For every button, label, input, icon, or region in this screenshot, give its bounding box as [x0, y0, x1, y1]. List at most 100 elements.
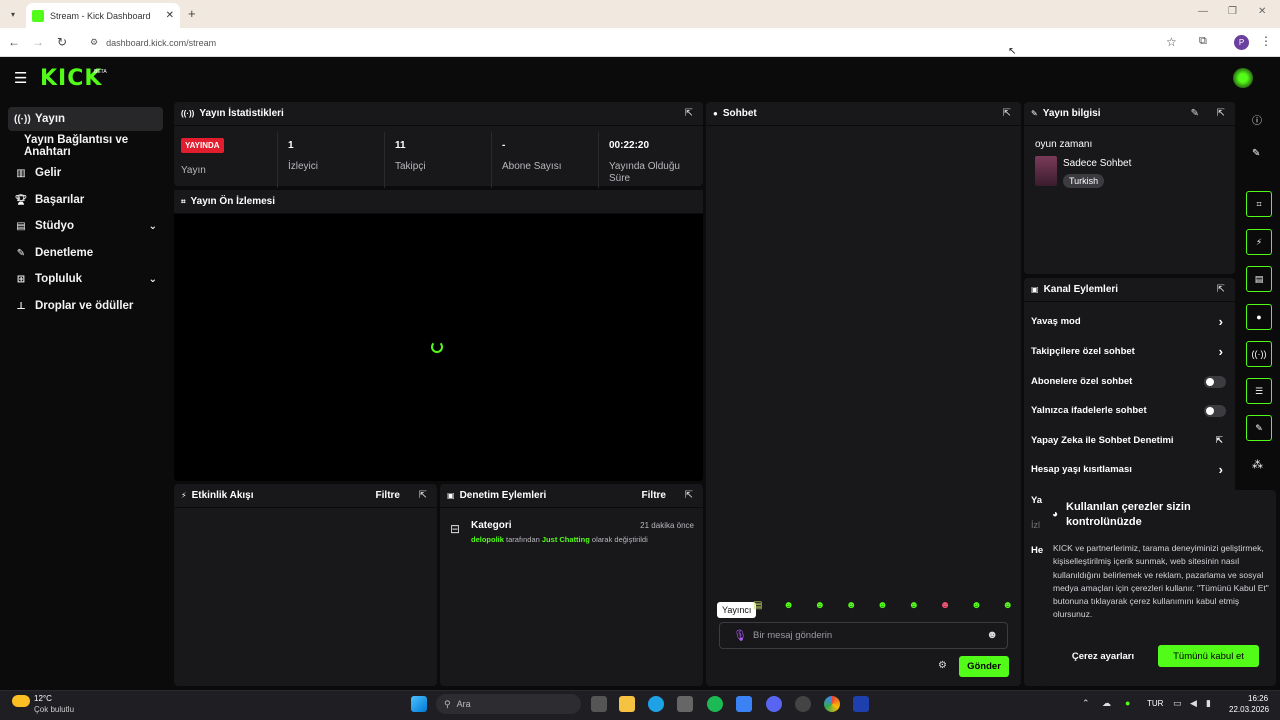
- maximize-icon[interactable]: ❐: [1228, 6, 1237, 17]
- emote-icon[interactable]: ☻: [908, 600, 919, 614]
- broadcast-icon: ((·)): [1251, 349, 1267, 359]
- network-icon[interactable]: ▭: [1173, 698, 1182, 709]
- site-info-icon[interactable]: ⚙: [90, 37, 98, 48]
- close-tab-icon[interactable]: ✕: [166, 10, 174, 21]
- clock-time[interactable]: 16:26: [1248, 694, 1268, 703]
- sidebar-item-yayin[interactable]: ((·)) Yayın: [8, 107, 163, 131]
- action-slow-mode[interactable]: Yavaş mod ›: [1024, 314, 1235, 334]
- cookie-icon: ◕: [1052, 509, 1059, 520]
- browser-menu-icon[interactable]: ⋮: [1260, 34, 1272, 48]
- subscribers-only-toggle[interactable]: [1204, 376, 1226, 388]
- popout-icon[interactable]: ⇱: [1217, 284, 1225, 295]
- sidebar-item-basarilar[interactable]: 🏆︎ Başarılar: [8, 188, 163, 212]
- app-icon[interactable]: [795, 696, 811, 712]
- weather-temp[interactable]: 12°C: [34, 694, 52, 703]
- rail-preview-button[interactable]: ⌗: [1246, 191, 1272, 217]
- browser-tabbar: ▾ Stream - Kick Dashboard ✕ + — ❐ ✕: [0, 0, 1280, 28]
- emote-icon[interactable]: ☻: [877, 600, 888, 614]
- emote-icon[interactable]: ▤: [753, 600, 762, 614]
- info-icon[interactable]: ⓘ: [1252, 112, 1262, 127]
- emoji-icon[interactable]: ☻: [986, 629, 998, 641]
- popout-icon[interactable]: ⇱: [1217, 108, 1225, 119]
- tray-app-icon[interactable]: ☁: [1102, 698, 1111, 709]
- sidebar-item-topluluk[interactable]: ⊞ Topluluk ⌄: [8, 267, 163, 291]
- new-tab-icon[interactable]: +: [188, 6, 196, 21]
- tray-chevron-icon[interactable]: ⌃: [1082, 698, 1090, 709]
- preview-icon: ⌗: [181, 196, 186, 206]
- app-icon[interactable]: [853, 696, 869, 712]
- file-explorer-icon[interactable]: [619, 696, 635, 712]
- cookie-settings-button[interactable]: Çerez ayarları: [1053, 645, 1153, 667]
- emote-icon[interactable]: ☻: [1002, 600, 1013, 614]
- entry-user[interactable]: delopolik: [471, 535, 504, 544]
- task-view-icon[interactable]: [591, 696, 607, 712]
- volume-icon[interactable]: ◀︎: [1190, 698, 1197, 709]
- reload-icon[interactable]: ↻: [57, 35, 67, 49]
- emotes-only-toggle[interactable]: [1204, 405, 1226, 417]
- rail-chat-button[interactable]: ●: [1246, 304, 1272, 330]
- language-indicator[interactable]: TUR: [1147, 699, 1163, 708]
- chart-icon: ▥: [16, 167, 26, 179]
- more-icon[interactable]: ⁂: [1252, 458, 1263, 471]
- stream-preview-panel: ⌗ Yayın Ön İzlemesi: [174, 190, 703, 481]
- popout-icon[interactable]: ⇱: [419, 490, 427, 501]
- category-thumbnail[interactable]: [1035, 156, 1057, 186]
- sidebar-item-denetleme[interactable]: ✎ Denetleme: [8, 241, 163, 265]
- action-followers-only[interactable]: Takipçilere özel sohbet ›: [1024, 344, 1235, 364]
- rail-actions-button[interactable]: ✎: [1246, 415, 1272, 441]
- chat-input[interactable]: 🎙︎ Bir mesaj gönderin ☻: [719, 622, 1008, 649]
- rail-info-button[interactable]: ☰: [1246, 378, 1272, 404]
- edit-icon[interactable]: ✎: [1252, 148, 1260, 159]
- cookie-body: KICK ve partnerlerimiz, tarama deneyimin…: [1053, 543, 1269, 620]
- emote-icon[interactable]: ☻: [783, 600, 794, 614]
- popout-icon[interactable]: ⇱: [685, 108, 693, 119]
- action-ai-moderation[interactable]: Yapay Zeka ile Sohbet Denetimi ⇱: [1024, 435, 1235, 453]
- sidebar-item-studyo[interactable]: ▤ Stüdyo ⌄: [8, 214, 163, 238]
- hamburger-menu-icon[interactable]: ☰: [14, 69, 27, 87]
- stream-info-header: ✎ Yayın bilgisi: [1024, 102, 1235, 126]
- chrome-icon[interactable]: [824, 696, 840, 712]
- store-icon[interactable]: [677, 696, 693, 712]
- sidebar-item-stream-key[interactable]: Yayın Bağlantısı ve Anahtarı: [8, 134, 170, 158]
- rail-activity-button[interactable]: ⚡︎: [1246, 229, 1272, 255]
- accept-all-cookies-button[interactable]: Tümünü kabul et: [1158, 645, 1259, 667]
- sidebar-item-gelir[interactable]: ▥ Gelir: [8, 161, 163, 185]
- action-account-age[interactable]: Hesap yaşı kısıtlaması ›: [1024, 462, 1235, 482]
- clock-date[interactable]: 22.03.2026: [1229, 705, 1269, 714]
- moderation-filter-button[interactable]: Filtre: [642, 490, 666, 501]
- sidebar-item-droplar[interactable]: ⊥ Droplar ve ödüller: [8, 294, 163, 318]
- chat-settings-icon[interactable]: ⚙: [938, 660, 947, 671]
- popout-icon[interactable]: ⇱: [1003, 108, 1011, 119]
- category-name[interactable]: Sadece Sohbet: [1063, 158, 1131, 169]
- back-icon[interactable]: ←: [8, 35, 20, 49]
- broadcast-icon: ((·)): [14, 113, 31, 125]
- forward-icon[interactable]: →: [32, 35, 44, 49]
- emote-icon[interactable]: ☻: [971, 600, 982, 614]
- battery-icon[interactable]: ▮: [1206, 698, 1211, 709]
- discord-icon[interactable]: [766, 696, 782, 712]
- browser-tab[interactable]: Stream - Kick Dashboard ✕: [26, 3, 180, 28]
- emote-icon[interactable]: ☻: [815, 600, 826, 614]
- channel-actions-header: ▣ Kanal Eylemleri: [1024, 278, 1235, 302]
- profile-avatar[interactable]: P: [1234, 35, 1249, 50]
- start-icon[interactable]: [411, 696, 427, 712]
- emote-icon[interactable]: ☻: [846, 600, 857, 614]
- microphone-icon[interactable]: ●: [1125, 698, 1130, 708]
- taskbar-search[interactable]: ⚲ Ara: [436, 694, 581, 714]
- emote-icon[interactable]: ☻: [940, 600, 951, 614]
- spotify-icon[interactable]: [707, 696, 723, 712]
- edge-icon[interactable]: [648, 696, 664, 712]
- edit-pencil-icon[interactable]: ✎: [1191, 108, 1199, 119]
- extensions-icon[interactable]: ⧉: [1199, 35, 1207, 48]
- popout-icon[interactable]: ⇱: [685, 490, 693, 501]
- minimize-icon[interactable]: —: [1198, 6, 1208, 17]
- tab-list-icon[interactable]: ▾: [6, 7, 20, 21]
- user-avatar[interactable]: [1233, 68, 1253, 88]
- window-close-icon[interactable]: ✕: [1258, 6, 1266, 17]
- entry-category[interactable]: Just Chatting: [542, 535, 590, 544]
- rail-stats-button[interactable]: ((·)): [1246, 341, 1272, 367]
- app-icon[interactable]: [736, 696, 752, 712]
- activity-filter-button[interactable]: Filtre: [376, 490, 400, 501]
- rail-moderation-button[interactable]: ▤: [1246, 266, 1272, 292]
- send-button[interactable]: Gönder: [959, 656, 1009, 677]
